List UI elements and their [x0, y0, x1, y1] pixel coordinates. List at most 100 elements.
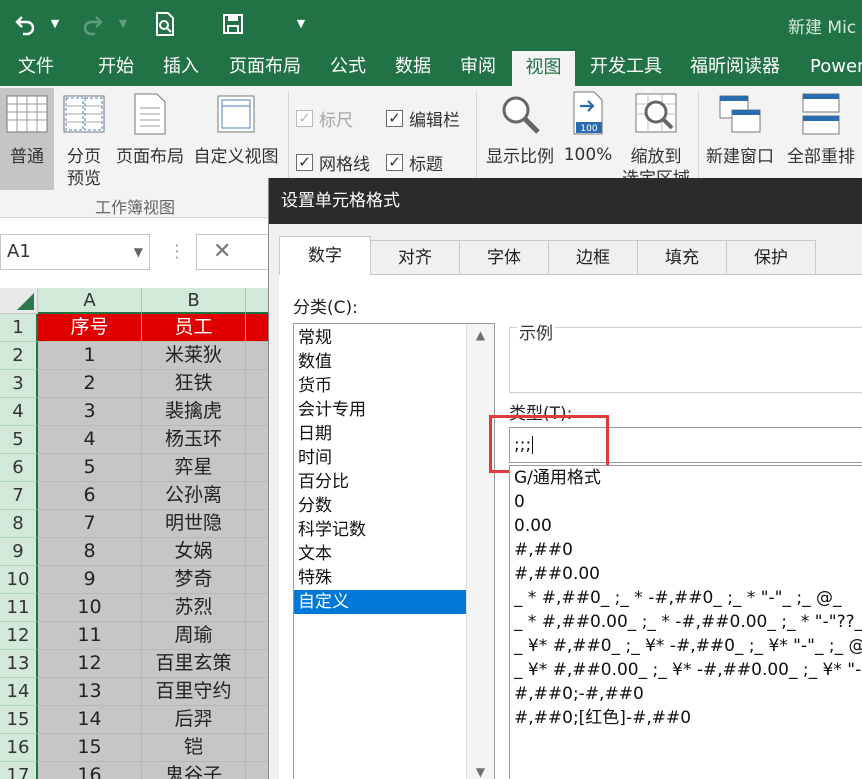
scroll-up-icon[interactable]: ▲ — [467, 328, 494, 342]
zoom-button[interactable]: 显示比例 — [480, 88, 560, 168]
tab-data[interactable]: 数据 — [395, 48, 431, 86]
cell-b[interactable]: 鬼谷子 — [142, 762, 246, 779]
tab-insert[interactable]: 插入 — [163, 48, 199, 86]
cell-b[interactable]: 明世隐 — [142, 510, 246, 538]
category-item[interactable]: 货币 — [294, 374, 466, 398]
cell-b[interactable]: 公孙离 — [142, 482, 246, 510]
customize-toolbar-icon[interactable]: ▼ — [294, 8, 308, 40]
cell-c[interactable] — [246, 566, 270, 594]
zoom-to-selection-button[interactable]: 缩放到 选定区域 — [616, 88, 696, 186]
cell-b[interactable]: 裴擒虎 — [142, 398, 246, 426]
cell-a[interactable]: 15 — [38, 734, 142, 762]
cell-c[interactable] — [246, 706, 270, 734]
cell-a[interactable]: 序号 — [38, 314, 142, 342]
row-header[interactable]: 10 — [0, 566, 38, 594]
tab-protection[interactable]: 保护 — [726, 240, 816, 274]
format-code-item[interactable]: _ * #,##0_ ;_ * -#,##0_ ;_ * "-"_ ;_ @_ — [514, 586, 842, 610]
cell-c[interactable] — [246, 454, 270, 482]
cell-c[interactable] — [246, 398, 270, 426]
row-header[interactable]: 14 — [0, 678, 38, 706]
cell-c[interactable] — [246, 314, 270, 342]
cell-a[interactable]: 11 — [38, 622, 142, 650]
tab-font[interactable]: 字体 — [459, 240, 549, 274]
format-code-item[interactable]: 0.00 — [514, 514, 552, 538]
format-code-item[interactable]: #,##0;[红色]-#,##0 — [514, 706, 691, 730]
name-box[interactable]: A1 ▼ — [0, 234, 150, 270]
undo-icon[interactable] — [10, 8, 40, 40]
row-header[interactable]: 4 — [0, 398, 38, 426]
format-code-item[interactable]: G/通用格式 — [514, 466, 601, 490]
format-code-item[interactable]: #,##0.00 — [514, 562, 600, 586]
cell-c[interactable] — [246, 734, 270, 762]
custom-views-button[interactable]: 自定义视图 — [190, 88, 282, 190]
page-layout-view-button[interactable]: 页面布局 — [112, 88, 188, 190]
column-header-b[interactable]: B — [142, 288, 246, 314]
row-header[interactable]: 15 — [0, 706, 38, 734]
category-item[interactable]: 百分比 — [294, 470, 466, 494]
cell-a[interactable]: 2 — [38, 370, 142, 398]
category-item[interactable]: 特殊 — [294, 566, 466, 590]
category-item[interactable]: 科学记数 — [294, 518, 466, 542]
print-preview-icon[interactable] — [150, 8, 180, 40]
cancel-icon[interactable]: ✕ — [213, 235, 231, 269]
cell-a[interactable]: 14 — [38, 706, 142, 734]
cell-a[interactable]: 16 — [38, 762, 142, 779]
cell-a[interactable]: 3 — [38, 398, 142, 426]
cell-a[interactable]: 12 — [38, 650, 142, 678]
undo-dropdown-icon[interactable]: ▼ — [48, 8, 62, 40]
cell-b[interactable]: 米莱狄 — [142, 342, 246, 370]
cell-a[interactable]: 1 — [38, 342, 142, 370]
format-code-list[interactable]: G/通用格式 0 0.00 #,##0 #,##0.00 _ * #,##0_ ;_ * … — [509, 465, 862, 779]
save-icon[interactable] — [218, 8, 248, 40]
format-code-item[interactable]: #,##0 — [514, 538, 573, 562]
tab-border[interactable]: 边框 — [548, 240, 638, 274]
format-code-item[interactable]: #,##0;-#,##0 — [514, 682, 644, 706]
row-header[interactable]: 17 — [0, 762, 38, 779]
category-item[interactable]: 文本 — [294, 542, 466, 566]
cell-b[interactable]: 百里玄策 — [142, 650, 246, 678]
cell-a[interactable]: 8 — [38, 538, 142, 566]
cell-a[interactable]: 6 — [38, 482, 142, 510]
tab-power[interactable]: Power — [810, 48, 862, 86]
cell-c[interactable] — [246, 510, 270, 538]
format-code-item[interactable]: 0 — [514, 490, 525, 514]
tab-foxit-reader[interactable]: 福昕阅读器 — [690, 48, 780, 86]
cell-a[interactable]: 5 — [38, 454, 142, 482]
cell-b[interactable]: 杨玉环 — [142, 426, 246, 454]
cell-b[interactable]: 周瑜 — [142, 622, 246, 650]
cell-b[interactable]: 梦奇 — [142, 566, 246, 594]
cell-a[interactable]: 10 — [38, 594, 142, 622]
cell-b[interactable]: 铠 — [142, 734, 246, 762]
row-header[interactable]: 11 — [0, 594, 38, 622]
formula-bar-grip-icon[interactable]: ⋮ — [168, 238, 186, 266]
scroll-down-icon[interactable]: ▼ — [467, 765, 494, 779]
cell-c[interactable] — [246, 622, 270, 650]
gridlines-checkbox[interactable]: ✓ 网格线 — [296, 150, 370, 175]
tab-view[interactable]: 视图 — [512, 51, 575, 86]
cell-a[interactable]: 7 — [38, 510, 142, 538]
tab-developer[interactable]: 开发工具 — [590, 48, 662, 86]
row-header[interactable]: 2 — [0, 342, 38, 370]
category-item[interactable]: 分数 — [294, 494, 466, 518]
tab-fill[interactable]: 填充 — [637, 240, 727, 274]
cell-b[interactable]: 苏烈 — [142, 594, 246, 622]
worksheet-grid[interactable]: A B 1 序号 员工 2 1 米莱狄 3 2 狂铁 4 3 裴擒虎 5 4 杨玉环 6 5 弈星 7 6 公孙离 8 7 明… — [0, 288, 270, 779]
cell-a[interactable]: 4 — [38, 426, 142, 454]
cell-c[interactable] — [246, 594, 270, 622]
cell-c[interactable] — [246, 482, 270, 510]
cell-c[interactable] — [246, 342, 270, 370]
tab-home[interactable]: 开始 — [98, 48, 134, 86]
category-list[interactable]: 常规 数值 货币 会计专用 日期 时间 百分比 分数 科学记数 文本 特殊 自定义 ▲ ▼ — [293, 323, 495, 779]
cell-b[interactable]: 女娲 — [142, 538, 246, 566]
select-all-corner[interactable] — [0, 288, 38, 314]
tab-formulas[interactable]: 公式 — [330, 48, 366, 86]
zoom-100-button[interactable]: 100 100% — [562, 88, 614, 168]
chevron-down-icon[interactable]: ▼ — [134, 235, 143, 269]
page-break-preview-button[interactable]: 分页 预览 — [58, 88, 110, 190]
cell-c[interactable] — [246, 370, 270, 398]
new-window-button[interactable]: 新建窗口 — [702, 88, 778, 168]
category-item[interactable]: 日期 — [294, 422, 466, 446]
normal-view-button[interactable]: 普通 — [0, 88, 54, 190]
category-item[interactable]: 自定义 — [294, 590, 466, 614]
category-scrollbar[interactable]: ▲ ▼ — [466, 324, 494, 779]
